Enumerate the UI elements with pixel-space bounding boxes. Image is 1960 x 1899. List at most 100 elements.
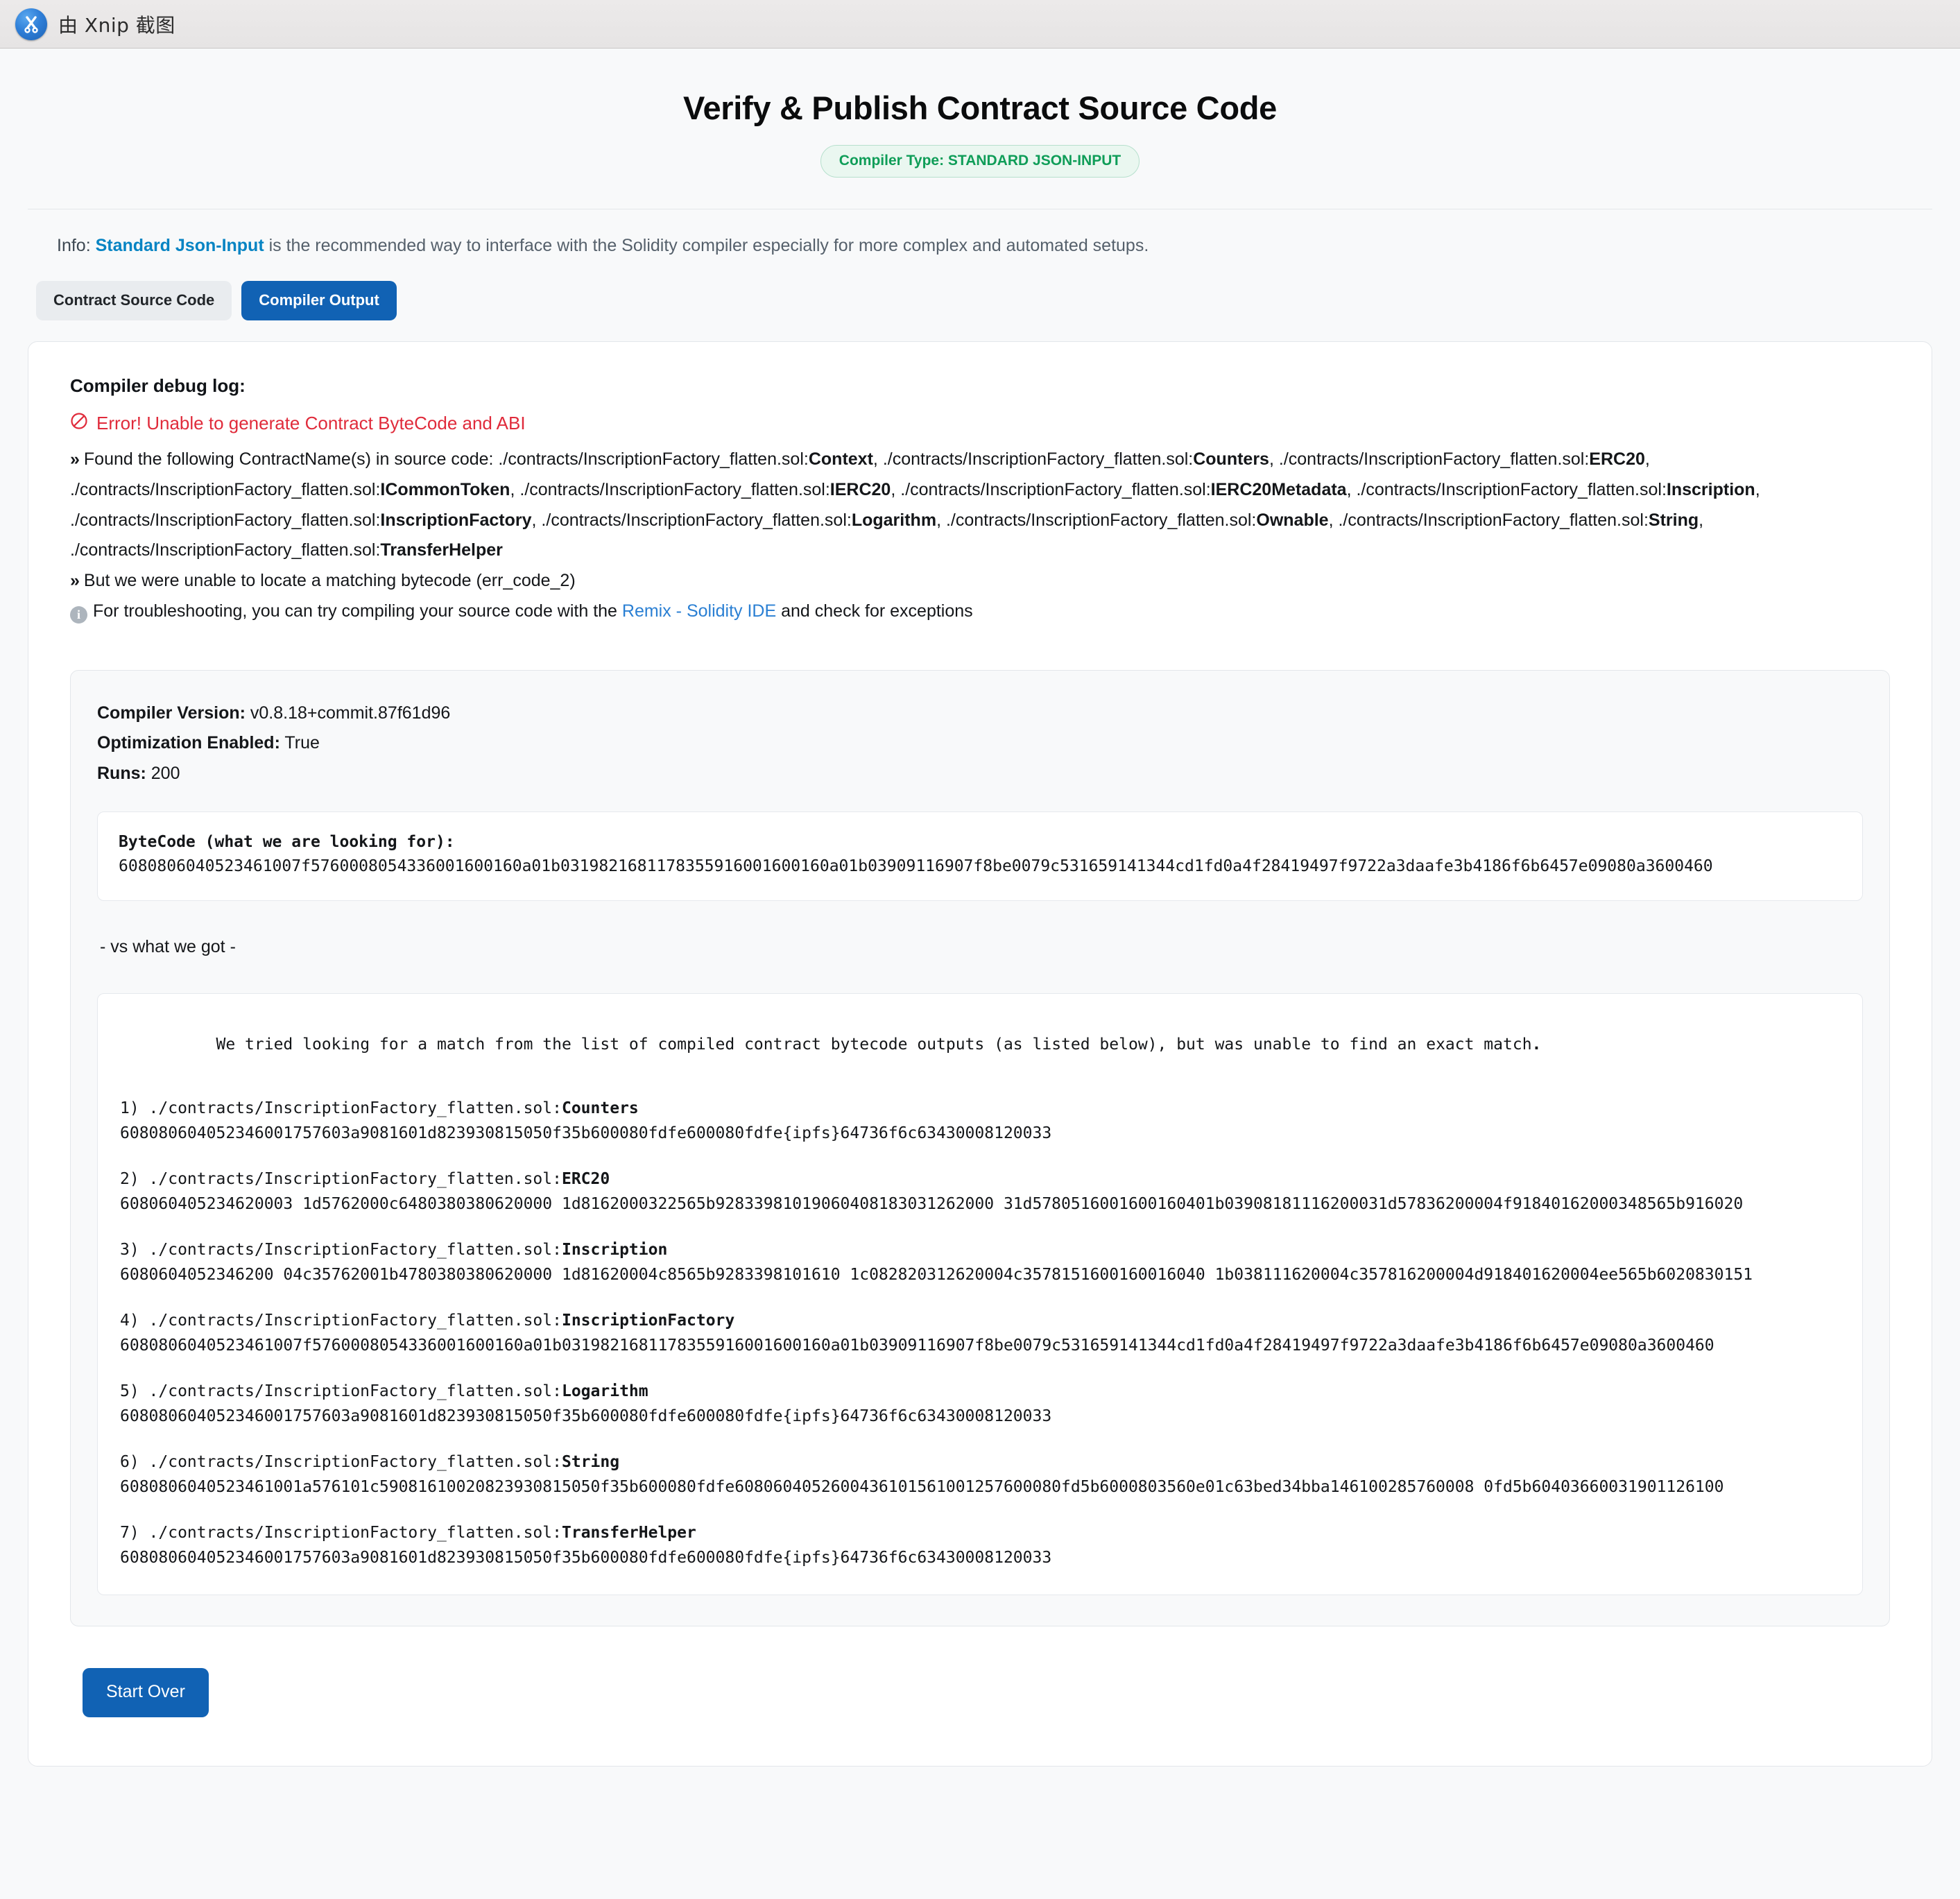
compiled-output-entry: 6) ./contracts/InscriptionFactory_flatte… bbox=[120, 1453, 1840, 1496]
contract-name: InscriptionFactory bbox=[380, 510, 532, 530]
unable-to-locate-row: » But we were unable to locate a matching… bbox=[70, 566, 1890, 596]
contract-path: ./contracts/InscriptionFactory_flatten.s… bbox=[1356, 479, 1667, 499]
entry-bytecode-hex: 608060405234620003 1d5762000c64803803806… bbox=[120, 1195, 1744, 1214]
compiled-output-entry: 2) ./contracts/InscriptionFactory_flatte… bbox=[120, 1170, 1840, 1213]
start-over-button[interactable]: Start Over bbox=[83, 1668, 209, 1718]
remix-solidity-ide-link[interactable]: Remix - Solidity IDE bbox=[622, 601, 776, 621]
page-header: Verify & Publish Contract Source Code Co… bbox=[0, 49, 1960, 178]
entry-bytecode-hex: 608080604052346001757603a9081601d8239308… bbox=[120, 1407, 1052, 1426]
xnip-watermark-label: 由 Xnip 截图 bbox=[58, 13, 175, 37]
chevron-right-double-icon-2: » bbox=[70, 571, 80, 590]
entry-bytecode-hex: 6080604052346200 04c35762001b47803803806… bbox=[120, 1266, 1753, 1284]
error-message-row: Error! Unable to generate Contract ByteC… bbox=[70, 412, 1890, 435]
compiled-output-entry: 5) ./contracts/InscriptionFactory_flatte… bbox=[120, 1382, 1840, 1425]
compiled-outputs-intro: We tried looking for a match from the li… bbox=[120, 1017, 1840, 1072]
runs-row: Runs: 200 bbox=[97, 759, 1863, 789]
tab-bar: Contract Source Code Compiler Output bbox=[0, 256, 1960, 320]
contract-name: TransferHelper bbox=[380, 540, 503, 560]
optimization-value: True bbox=[280, 733, 320, 753]
entry-contract-name: Inscription bbox=[561, 1241, 668, 1260]
prohibited-icon bbox=[70, 412, 88, 435]
info-prefix: Info: bbox=[57, 236, 96, 255]
contract-name: String bbox=[1648, 510, 1699, 530]
entry-number: 1) ./contracts/InscriptionFactory_flatte… bbox=[120, 1099, 562, 1118]
info-banner: Info: Standard Json-Input is the recomme… bbox=[0, 209, 1960, 256]
entry-header: 3) ./contracts/InscriptionFactory_flatte… bbox=[120, 1241, 1840, 1259]
info-circle-icon: i bbox=[70, 605, 87, 624]
intro-text: We tried looking for a match from the li… bbox=[216, 1036, 1532, 1054]
entry-bytecode-hex: 6080806040523461007f57600080543360016001… bbox=[120, 1337, 1714, 1355]
error-message-text: Error! Unable to generate Contract ByteC… bbox=[96, 413, 526, 433]
card-footer: Start Over bbox=[70, 1626, 1890, 1718]
compiled-output-entry: 4) ./contracts/InscriptionFactory_flatte… bbox=[120, 1312, 1840, 1355]
standard-json-input-link[interactable]: Standard Json-Input bbox=[96, 236, 264, 255]
verify-contract-page: Verify & Publish Contract Source Code Co… bbox=[0, 49, 1960, 1899]
intro-period: . bbox=[1531, 1036, 1542, 1054]
contract-path: ./contracts/InscriptionFactory_flatten.s… bbox=[70, 510, 381, 530]
entry-contract-name: TransferHelper bbox=[561, 1524, 696, 1543]
contract-name: Logarithm bbox=[851, 510, 937, 530]
troubleshoot-suffix: and check for exceptions bbox=[776, 601, 973, 621]
contract-path: ./contracts/InscriptionFactory_flatten.s… bbox=[882, 449, 1194, 469]
compiler-version-label: Compiler Version: bbox=[97, 703, 246, 723]
compiler-version-value: v0.8.18+commit.87f61d96 bbox=[245, 703, 451, 723]
contract-name: Context bbox=[808, 449, 873, 469]
entry-header: 1) ./contracts/InscriptionFactory_flatte… bbox=[120, 1099, 1840, 1117]
entry-contract-name: ERC20 bbox=[561, 1170, 610, 1189]
contract-name: IERC20 bbox=[829, 479, 891, 499]
compiled-outputs-box: We tried looking for a match from the li… bbox=[97, 993, 1863, 1596]
contract-name: IERC20Metadata bbox=[1210, 479, 1347, 499]
contract-name: Counters bbox=[1193, 449, 1269, 469]
bytecode-heading: ByteCode (what we are looking for): bbox=[119, 832, 455, 851]
xnip-watermark-bar: 由 Xnip 截图 bbox=[0, 0, 1960, 49]
tab-compiler-output[interactable]: Compiler Output bbox=[241, 281, 397, 320]
entry-number: 2) ./contracts/InscriptionFactory_flatte… bbox=[120, 1170, 562, 1189]
entry-contract-name: String bbox=[561, 1453, 620, 1472]
compiled-output-entry: 1) ./contracts/InscriptionFactory_flatte… bbox=[120, 1099, 1840, 1142]
tab-contract-source-code[interactable]: Contract Source Code bbox=[36, 281, 232, 320]
contract-path: ./contracts/InscriptionFactory_flatten.s… bbox=[541, 510, 852, 530]
runs-value: 200 bbox=[146, 764, 180, 783]
contract-path: ./contracts/InscriptionFactory_flatten.s… bbox=[945, 510, 1257, 530]
bytecode-hex: 6080806040523461007f57600080543360016001… bbox=[119, 857, 1713, 876]
compiler-type-badge: Compiler Type: STANDARD JSON-INPUT bbox=[820, 145, 1140, 178]
entry-header: 7) ./contracts/InscriptionFactory_flatte… bbox=[120, 1524, 1840, 1542]
optimization-label: Optimization Enabled: bbox=[97, 733, 280, 753]
compiled-output-entry: 3) ./contracts/InscriptionFactory_flatte… bbox=[120, 1241, 1840, 1284]
contract-path: ./contracts/InscriptionFactory_flatten.s… bbox=[1338, 510, 1649, 530]
entry-number: 3) ./contracts/InscriptionFactory_flatte… bbox=[120, 1241, 562, 1260]
badge-container: Compiler Type: STANDARD JSON-INPUT bbox=[0, 145, 1960, 178]
contract-name: Ownable bbox=[1256, 510, 1329, 530]
entry-header: 5) ./contracts/InscriptionFactory_flatte… bbox=[120, 1382, 1840, 1400]
compiler-version-row: Compiler Version: v0.8.18+commit.87f61d9… bbox=[97, 698, 1863, 729]
entry-number: 5) ./contracts/InscriptionFactory_flatte… bbox=[120, 1382, 562, 1401]
compiled-output-entry-list: 1) ./contracts/InscriptionFactory_flatte… bbox=[120, 1099, 1840, 1567]
entry-bytecode-hex: 608080604052346001757603a9081601d8239308… bbox=[120, 1124, 1052, 1143]
compiled-output-entry: 7) ./contracts/InscriptionFactory_flatte… bbox=[120, 1524, 1840, 1567]
troubleshoot-prefix: For troubleshooting, you can try compili… bbox=[93, 601, 622, 621]
contract-path: ./contracts/InscriptionFactory_flatten.s… bbox=[1278, 449, 1590, 469]
xnip-scissors-icon bbox=[15, 8, 47, 40]
entry-number: 7) ./contracts/InscriptionFactory_flatte… bbox=[120, 1524, 562, 1543]
found-prefix-text: Found the following ContractName(s) in s… bbox=[83, 449, 499, 469]
entry-bytecode-hex: 6080806040523461001a576101c5908161002082… bbox=[120, 1478, 1724, 1497]
runs-label: Runs: bbox=[97, 764, 146, 783]
contract-name: ICommonToken bbox=[380, 479, 510, 499]
compiler-settings-box: Compiler Version: v0.8.18+commit.87f61d9… bbox=[70, 669, 1890, 1627]
contract-path: ./contracts/InscriptionFactory_flatten.s… bbox=[519, 479, 830, 499]
entry-contract-name: InscriptionFactory bbox=[561, 1312, 735, 1330]
contract-path: ./contracts/InscriptionFactory_flatten.s… bbox=[498, 449, 809, 469]
contract-name: Inscription bbox=[1666, 479, 1755, 499]
entry-header: 2) ./contracts/InscriptionFactory_flatte… bbox=[120, 1170, 1840, 1188]
info-suffix: is the recommended way to interface with… bbox=[264, 236, 1149, 255]
entry-header: 6) ./contracts/InscriptionFactory_flatte… bbox=[120, 1453, 1840, 1471]
entry-contract-name: Counters bbox=[561, 1099, 639, 1118]
entry-header: 4) ./contracts/InscriptionFactory_flatte… bbox=[120, 1312, 1840, 1330]
contract-name: ERC20 bbox=[1589, 449, 1645, 469]
contract-path: ./contracts/InscriptionFactory_flatten.s… bbox=[900, 479, 1211, 499]
found-contract-names-block: » Found the following ContractName(s) in … bbox=[70, 445, 1890, 566]
troubleshoot-row: i For troubleshooting, you can try compil… bbox=[70, 596, 1890, 627]
contract-path: ./contracts/InscriptionFactory_flatten.s… bbox=[70, 540, 381, 560]
chevron-right-double-icon: » bbox=[70, 449, 80, 469]
entry-number: 4) ./contracts/InscriptionFactory_flatte… bbox=[120, 1312, 562, 1330]
